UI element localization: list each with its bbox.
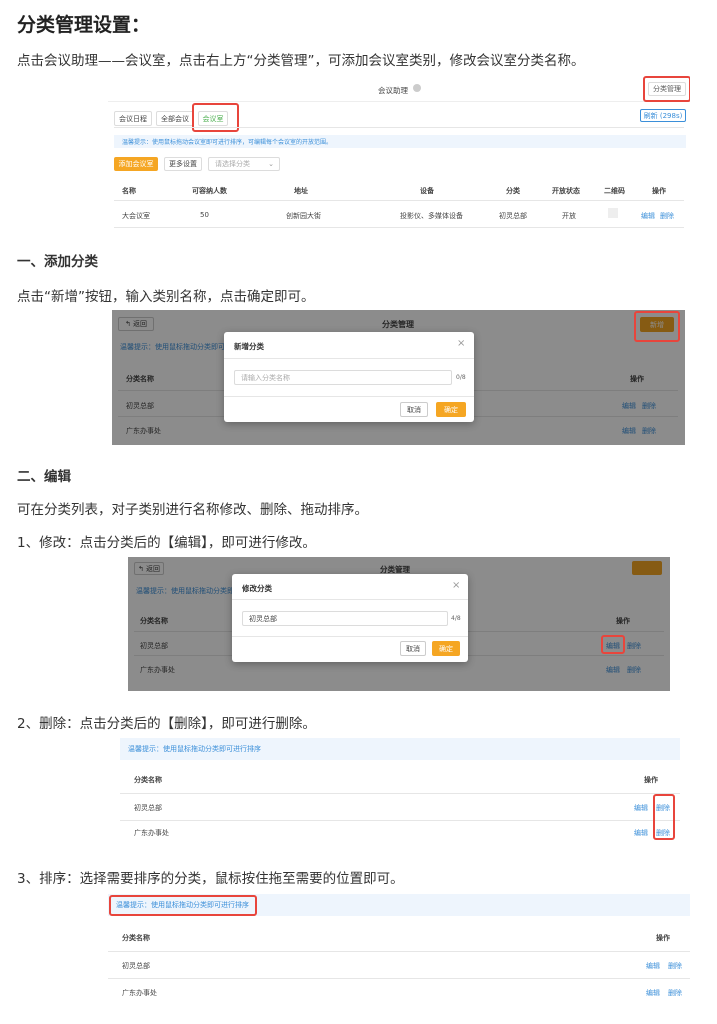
- highlight-edit-link: [601, 635, 625, 654]
- section-add-text: 点击“新增”按钮，输入类别名称，点击确定即可。: [17, 289, 315, 305]
- intro-text: 点击会议助理——会议室，点击右上方“分类管理”，可添加会议室类别，修改会议室分类…: [17, 53, 585, 69]
- category-name-input[interactable]: 请输入分类名称: [234, 370, 452, 385]
- highlight-new-button: [634, 311, 680, 342]
- highlight-delete-links: [653, 794, 675, 840]
- section-edit-text: 可在分类列表，对子类别进行名称修改、删除、拖动排序。: [17, 502, 368, 518]
- col-device: 设备: [420, 187, 434, 195]
- tab-schedule[interactable]: 会议日程: [114, 111, 152, 126]
- col-address: 地址: [294, 187, 308, 195]
- screenshot-delete-category: 温馨提示：使用鼠标拖动分类即可进行排序 分类名称 操作 初灵总部 编辑 删除 广…: [120, 738, 680, 848]
- col-open-status: 开放状态: [552, 187, 580, 195]
- row-2-edit[interactable]: 编辑: [646, 988, 660, 998]
- screenshot-edit-category: ↰ 返回 分类管理 温馨提示：使用鼠标拖动分类即可进行排序 分类名称 操作 初灵…: [128, 557, 670, 691]
- col-action: 操作: [656, 934, 670, 942]
- cancel-button[interactable]: 取消: [400, 641, 426, 656]
- category-name-input[interactable]: 初灵总部: [242, 611, 448, 626]
- refresh-button[interactable]: 刷新 (298s): [640, 109, 686, 122]
- char-counter: 4/8: [451, 615, 461, 622]
- category-select[interactable]: 请选择分类 ⌄: [208, 157, 280, 171]
- row-2-name: 广东办事处: [122, 989, 157, 997]
- add-room-button[interactable]: 添加会议室: [114, 157, 158, 171]
- section-edit-heading: 二、编辑: [17, 469, 71, 485]
- col-action: 操作: [644, 776, 658, 784]
- char-counter: 0/8: [456, 374, 466, 381]
- select-placeholder: 请选择分类: [215, 160, 250, 168]
- col-category: 分类: [506, 187, 520, 195]
- row-1-name: 初灵总部: [122, 962, 150, 970]
- row-category: 初灵总部: [499, 212, 527, 220]
- step-sort-text: 3、排序：选择需要排序的分类，鼠标按住拖至需要的位置即可。: [17, 871, 404, 887]
- cancel-button[interactable]: 取消: [400, 402, 428, 417]
- edit-link[interactable]: 编辑: [641, 211, 655, 221]
- row-1-edit[interactable]: 编辑: [634, 803, 648, 813]
- row-2-name: 广东办事处: [134, 829, 169, 837]
- tip-bar: 温馨提示：使用鼠标拖动分类即可进行排序: [120, 738, 680, 760]
- row-open-status: 开放: [562, 212, 576, 220]
- add-category-modal: 新增分类 × 请输入分类名称 0/8 取消 确定: [224, 332, 474, 422]
- row-name: 大会议室: [122, 212, 150, 220]
- screenshot-add-category: ↰ 返回 分类管理 新增 温馨提示：使用鼠标拖动分类即可进行排序 分类名称 操作…: [112, 310, 685, 445]
- close-icon[interactable]: ×: [452, 580, 460, 591]
- qrcode-icon[interactable]: [608, 208, 618, 218]
- row-1-edit[interactable]: 编辑: [646, 961, 660, 971]
- help-icon: [413, 84, 421, 92]
- row-2-edit[interactable]: 编辑: [634, 828, 648, 838]
- row-1-name: 初灵总部: [134, 804, 162, 812]
- confirm-button[interactable]: 确定: [436, 402, 466, 417]
- page-title: 分类管理设置：: [17, 14, 151, 36]
- row-capacity: 50: [200, 211, 209, 219]
- edit-category-modal: 修改分类 × 初灵总部 4/8 取消 确定: [232, 574, 468, 662]
- highlight-manage-button: [643, 76, 690, 102]
- header-title: 会议助理: [378, 86, 408, 95]
- more-settings-button[interactable]: 更多设置: [164, 157, 202, 171]
- col-category-name: 分类名称: [122, 934, 150, 942]
- chevron-down-icon: ⌄: [268, 160, 274, 168]
- screenshot-meeting-room: 会议助理 分类管理 会议日程 全部会议 会议室 刷新 (298s) 温馨提示：使…: [108, 76, 690, 232]
- row-address: 创新园大街: [286, 212, 321, 220]
- modal-title: 修改分类: [242, 584, 272, 593]
- tip-bar: 温馨提示：使用鼠标拖动会议室即可进行排序，可编辑每个会议室的开放范围。: [114, 135, 686, 148]
- col-category-name: 分类名称: [134, 776, 162, 784]
- col-qrcode: 二维码: [604, 187, 625, 195]
- step-modify-text: 1、修改：点击分类后的【编辑】，即可进行修改。: [17, 535, 316, 551]
- delete-link[interactable]: 删除: [660, 211, 674, 221]
- row-device: 投影仪、多媒体设备: [400, 212, 463, 220]
- highlight-tip: [109, 895, 257, 916]
- section-add-heading: 一、添加分类: [17, 254, 98, 270]
- tab-all-meetings[interactable]: 全部会议: [156, 111, 194, 126]
- step-delete-text: 2、删除：点击分类后的【删除】，即可进行删除。: [17, 716, 316, 732]
- row-2-delete[interactable]: 删除: [668, 988, 682, 998]
- col-capacity: 可容纳人数: [192, 187, 227, 195]
- row-1-delete[interactable]: 删除: [668, 961, 682, 971]
- col-name: 名称: [122, 187, 136, 195]
- screenshot-sort-category: 温馨提示：使用鼠标拖动分类即可进行排序 分类名称 操作 初灵总部 编辑 删除 广…: [108, 894, 690, 1004]
- close-icon[interactable]: ×: [457, 338, 465, 349]
- col-action: 操作: [652, 187, 666, 195]
- confirm-button[interactable]: 确定: [432, 641, 460, 656]
- modal-title: 新增分类: [234, 342, 264, 351]
